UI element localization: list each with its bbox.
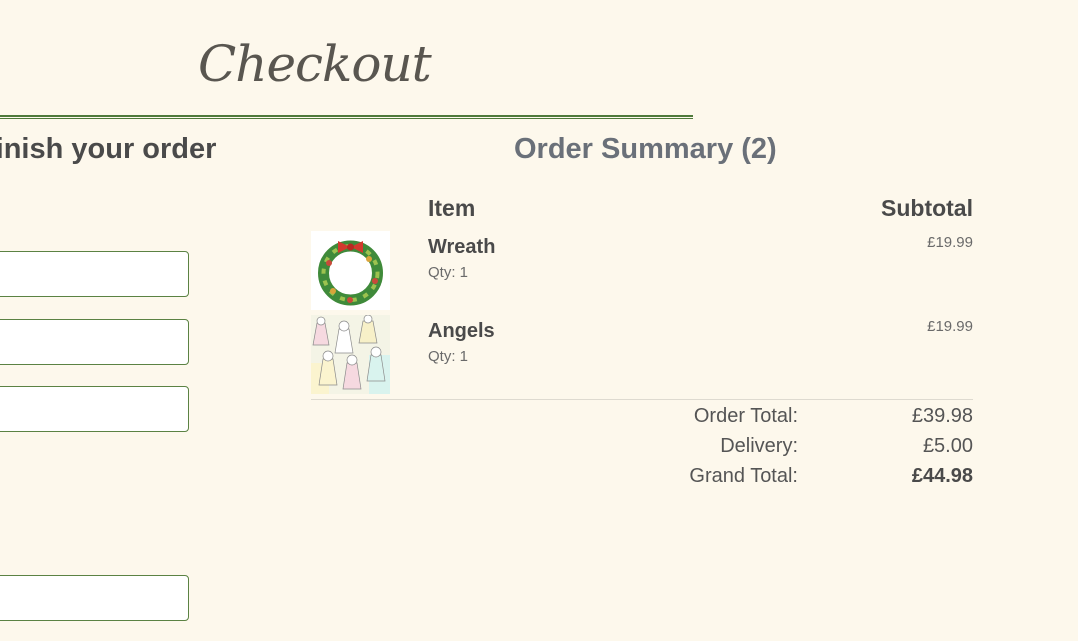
wreath-thumbnail xyxy=(311,231,390,310)
form-field-1[interactable] xyxy=(0,251,189,297)
summary-divider xyxy=(311,399,973,400)
form-field-3[interactable] xyxy=(0,386,189,432)
title-divider xyxy=(0,115,693,119)
grand-total-value: £44.98 xyxy=(911,465,973,487)
delivery-value: £5.00 xyxy=(922,435,973,457)
form-field-4[interactable] xyxy=(0,575,189,621)
item-price: £19.99 xyxy=(927,318,973,335)
delivery-label: Delivery: xyxy=(720,435,798,457)
form-heading: finish your order xyxy=(0,133,217,165)
form-field-2[interactable] xyxy=(0,319,189,365)
item-price: £19.99 xyxy=(927,234,973,251)
page-title: Checkout xyxy=(198,35,432,93)
grand-total-label: Grand Total: xyxy=(689,465,798,487)
item-name: Wreath xyxy=(428,236,496,258)
item-column-header: Item xyxy=(428,195,476,221)
order-summary-heading: Order Summary (2) xyxy=(514,133,777,165)
item-name: Angels xyxy=(428,320,495,342)
item-qty: Qty: 1 xyxy=(428,348,469,365)
item-qty: Qty: 1 xyxy=(428,264,469,281)
angels-thumbnail xyxy=(311,315,390,394)
subtotal-column-header: Subtotal xyxy=(881,195,973,221)
order-total-value: £39.98 xyxy=(911,405,973,427)
order-total-label: Order Total: xyxy=(693,405,798,427)
